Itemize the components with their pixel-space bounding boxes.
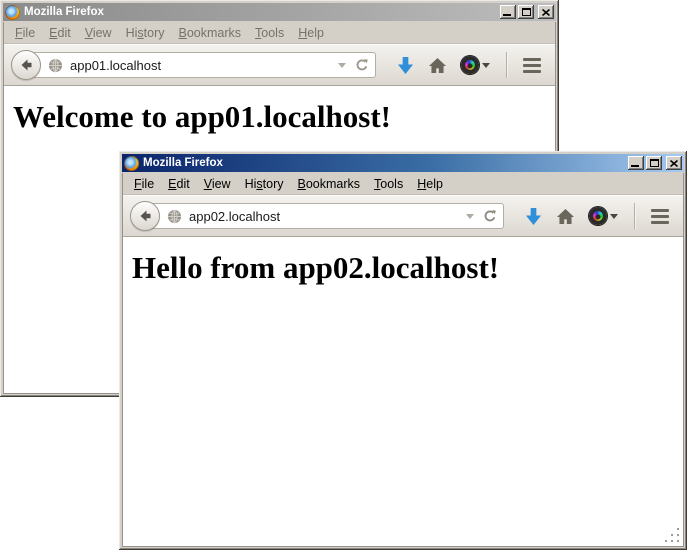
menu-item-edit[interactable]: Edit — [161, 175, 197, 193]
maximize-icon — [650, 159, 659, 167]
toolbar-buttons — [390, 52, 548, 78]
reload-icon[interactable] — [483, 209, 497, 223]
menu-item-history[interactable]: History — [238, 175, 291, 193]
window-controls — [628, 156, 682, 170]
app-menu-button[interactable] — [644, 206, 676, 227]
menu-bar: FileEditViewHistoryBookmarksToolsHelp — [123, 173, 683, 195]
window-title: Mozilla Firefox — [24, 6, 496, 18]
back-button[interactable] — [11, 50, 41, 80]
menu-item-view[interactable]: View — [197, 175, 238, 193]
close-button[interactable] — [538, 5, 554, 19]
url-bar[interactable]: app01.localhost — [25, 52, 376, 78]
minimize-button[interactable] — [628, 156, 644, 170]
download-icon — [525, 207, 542, 226]
home-button[interactable] — [549, 205, 582, 228]
toolbar-separator — [506, 52, 507, 78]
menu-item-file[interactable]: File — [8, 24, 42, 42]
home-icon — [428, 57, 447, 74]
url-bar[interactable]: app02.localhost — [144, 203, 504, 229]
download-icon — [397, 56, 414, 75]
maximize-button[interactable] — [646, 156, 662, 170]
page-content: Hello from app02.localhost! — [123, 237, 683, 546]
toolbar-separator — [634, 203, 635, 229]
window-title: Mozilla Firefox — [143, 157, 624, 169]
navigation-toolbar: app01.localhost — [4, 44, 555, 86]
menu-bar: FileEditViewHistoryBookmarksToolsHelp — [4, 22, 555, 44]
menu-item-view[interactable]: View — [78, 24, 119, 42]
globe-icon[interactable] — [167, 209, 182, 224]
download-button[interactable] — [518, 204, 549, 229]
urlbar-dropdown-icon[interactable] — [466, 214, 474, 219]
back-arrow-icon — [18, 57, 34, 73]
menu-item-help[interactable]: Help — [291, 24, 331, 42]
location-group: app02.localhost — [130, 201, 504, 231]
page-heading: Hello from app02.localhost! — [132, 250, 683, 286]
back-arrow-icon — [137, 208, 153, 224]
close-icon — [542, 9, 550, 16]
browser-window-app02: Mozilla Firefox FileEditViewHistoryBookm… — [119, 151, 687, 550]
download-button[interactable] — [390, 53, 421, 78]
page-heading: Welcome to app01.localhost! — [13, 99, 555, 135]
menu-item-help[interactable]: Help — [410, 175, 450, 193]
back-button[interactable] — [130, 201, 160, 231]
navigation-toolbar: app02.localhost — [123, 195, 683, 237]
titlebar[interactable]: Mozilla Firefox — [3, 3, 556, 21]
window-controls — [500, 5, 554, 19]
url-text: app02.localhost — [189, 209, 466, 224]
colorwheel-addon-button[interactable] — [582, 204, 625, 228]
app-menu-button[interactable] — [516, 55, 548, 76]
close-button[interactable] — [666, 156, 682, 170]
firefox-logo-icon — [124, 156, 139, 171]
titlebar[interactable]: Mozilla Firefox — [122, 154, 684, 172]
resize-grip[interactable] — [665, 528, 680, 543]
urlbar-dropdown-icon[interactable] — [338, 63, 346, 68]
maximize-button[interactable] — [518, 5, 534, 19]
menu-item-bookmarks[interactable]: Bookmarks — [172, 24, 249, 42]
menu-item-edit[interactable]: Edit — [42, 24, 78, 42]
reload-icon[interactable] — [355, 58, 369, 72]
hamburger-icon — [523, 58, 541, 73]
colorwheel-addon-button[interactable] — [454, 53, 497, 77]
toolbar-buttons — [518, 203, 676, 229]
home-button[interactable] — [421, 54, 454, 77]
hamburger-icon — [651, 209, 669, 224]
location-group: app01.localhost — [11, 50, 376, 80]
resize-grip-dots — [665, 540, 667, 542]
minimize-icon — [503, 14, 511, 16]
firefox-logo-icon — [5, 5, 20, 20]
maximize-icon — [522, 8, 531, 16]
globe-icon[interactable] — [48, 58, 63, 73]
close-icon — [670, 160, 678, 167]
window-client-area: FileEditViewHistoryBookmarksToolsHelp ap… — [122, 173, 684, 547]
addon-dropdown-icon — [610, 214, 618, 219]
color-wheel-icon — [589, 207, 607, 225]
menu-item-tools[interactable]: Tools — [367, 175, 410, 193]
minimize-button[interactable] — [500, 5, 516, 19]
addon-dropdown-icon — [482, 63, 490, 68]
menu-item-file[interactable]: File — [127, 175, 161, 193]
menu-item-bookmarks[interactable]: Bookmarks — [291, 175, 368, 193]
minimize-icon — [631, 165, 639, 167]
menu-item-history[interactable]: History — [119, 24, 172, 42]
url-text: app01.localhost — [70, 58, 338, 73]
menu-item-tools[interactable]: Tools — [248, 24, 291, 42]
home-icon — [556, 208, 575, 225]
color-wheel-icon — [461, 56, 479, 74]
